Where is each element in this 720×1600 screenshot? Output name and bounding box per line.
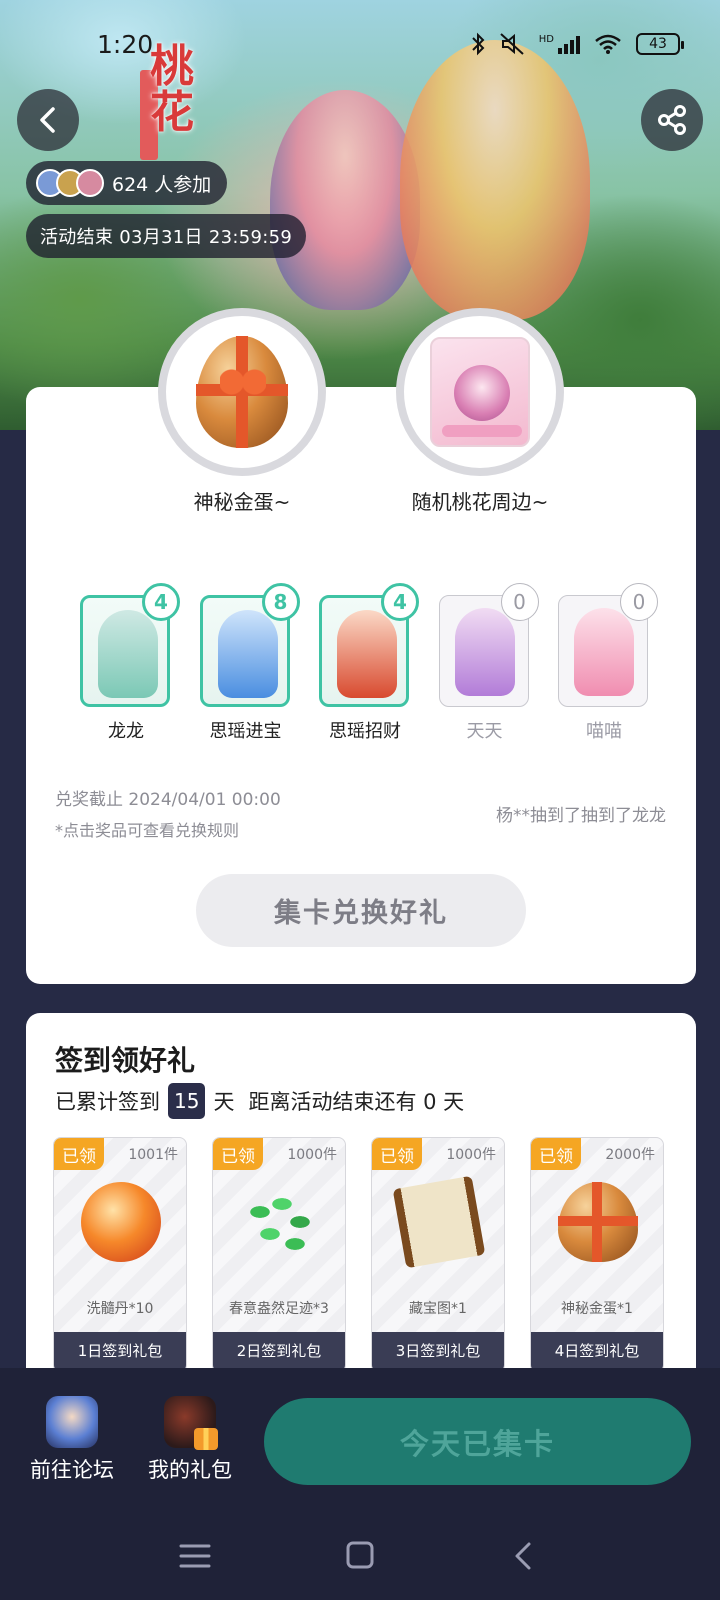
sign-in-title: 签到领好礼 xyxy=(55,1044,196,1077)
bottom-action-bar: 前往论坛 我的礼包 今天已集卡 xyxy=(0,1368,720,1514)
card-name: 思瑶进宝 xyxy=(209,721,282,742)
sign-in-panel: 签到领好礼 已累计签到 15 天 距离活动结束还有 0 天 已领 1001件 洗… xyxy=(26,1013,696,1373)
gift-quantity: 1000件 xyxy=(446,1147,496,1163)
wifi-icon xyxy=(595,34,621,54)
sign-in-unit: 天 xyxy=(213,1090,235,1114)
battery-indicator: 43 xyxy=(636,33,684,55)
prize-label: 随机桃花周边~ xyxy=(411,490,549,514)
card-count-badge: 8 xyxy=(261,583,300,621)
collect-card-button[interactable]: 今天已集卡 xyxy=(264,1398,691,1485)
gift-day-2[interactable]: 已领 1000件 春意盎然足迹*3 2日签到礼包 xyxy=(212,1137,346,1373)
back-button[interactable] xyxy=(17,89,79,151)
go-to-forum-button[interactable]: 前往论坛 xyxy=(22,1396,122,1484)
gift-day-4[interactable]: 已领 2000件 神秘金蛋*1 4日签到礼包 xyxy=(530,1137,664,1373)
card-art xyxy=(217,610,278,698)
exchange-deadline: 兑奖截止 2024/04/01 00:00 xyxy=(55,790,281,810)
card-siyao-zhaocai[interactable]: 4 思瑶招财 xyxy=(319,583,419,743)
leaves-footprint-image xyxy=(240,1182,320,1262)
gift-box-icon xyxy=(164,1396,218,1450)
elixir-pill-image xyxy=(81,1182,161,1262)
share-icon xyxy=(658,105,686,135)
gift-footer: 3日签到礼包 xyxy=(372,1332,504,1372)
card-name: 龙龙 xyxy=(108,721,144,742)
status-time: 1:20 xyxy=(97,30,154,59)
gift-name: 春意盎然足迹*3 xyxy=(229,1301,329,1317)
prize-circle xyxy=(396,308,564,476)
golden-egg-image xyxy=(558,1182,638,1262)
claimed-tag: 已领 xyxy=(372,1138,422,1170)
exchange-rule-tip: *点击奖品可查看兑换规则 xyxy=(55,821,240,840)
card-tiantian[interactable]: 0 天天 xyxy=(438,583,539,743)
prize-label: 神秘金蛋~ xyxy=(193,490,291,514)
card-count-badge: 0 xyxy=(620,583,658,621)
card-count-badge: 0 xyxy=(500,583,539,621)
prize-golden-egg[interactable]: 神秘金蛋~ xyxy=(158,308,326,515)
gift-footer: 4日签到礼包 xyxy=(531,1332,663,1372)
gift-day-3[interactable]: 已领 1000件 藏宝图*1 3日签到礼包 xyxy=(371,1137,505,1373)
card-art xyxy=(98,610,158,698)
claimed-tag: 已领 xyxy=(531,1138,581,1170)
prize-random-merch[interactable]: 随机桃花周边~ xyxy=(396,308,564,515)
avatar xyxy=(76,169,104,197)
menu-icon[interactable] xyxy=(175,1538,215,1574)
event-end-time: 活动结束 03月31日 23:59:59 xyxy=(26,214,307,258)
claimed-tag: 已领 xyxy=(213,1138,263,1170)
chevron-left-icon xyxy=(40,107,55,133)
share-button[interactable] xyxy=(641,89,703,151)
gift-name: 洗髓丹*10 xyxy=(86,1301,154,1317)
card-miaomiao[interactable]: 0 喵喵 xyxy=(558,583,658,743)
my-gifts-button[interactable]: 我的礼包 xyxy=(140,1396,240,1484)
card-art xyxy=(574,608,634,696)
card-collection-panel: 神秘金蛋~ 随机桃花周边~ 4 龙龙 8 思瑶进宝 4 思瑶招财 0 天天 0 … xyxy=(26,308,696,984)
sign-in-status: 已累计签到 15 天 距离活动结束还有 0 天 xyxy=(55,1083,464,1119)
prize-circle xyxy=(158,308,326,476)
participants-count: 624 人参加 xyxy=(112,173,212,196)
gift-quantity: 1001件 xyxy=(128,1147,178,1163)
card-name: 思瑶招财 xyxy=(329,721,401,742)
card-count-badge: 4 xyxy=(381,583,419,621)
collectible-cards: 4 龙龙 8 思瑶进宝 4 思瑶招财 0 天天 0 喵喵 xyxy=(80,583,658,743)
cellular-signal-icon: HD xyxy=(539,34,580,54)
merch-pack-image xyxy=(430,337,530,447)
participant-avatars xyxy=(36,169,104,197)
sign-in-gifts: 已领 1001件 洗髓丹*10 1日签到礼包 已领 1000件 春意盎然足迹*3… xyxy=(53,1137,664,1373)
card-name: 喵喵 xyxy=(586,721,622,742)
card-siyao-jinbao[interactable]: 8 思瑶进宝 xyxy=(199,583,300,743)
gift-label: 我的礼包 xyxy=(148,1458,232,1482)
system-navigation-bar xyxy=(0,1514,720,1600)
status-bar: 1:20 HD 43 xyxy=(0,0,720,90)
gift-quantity: 1000件 xyxy=(287,1147,337,1163)
bluetooth-icon xyxy=(472,32,485,56)
forum-label: 前往论坛 xyxy=(30,1458,114,1482)
exchange-button[interactable]: 集卡兑换好礼 xyxy=(196,874,526,947)
back-icon[interactable] xyxy=(505,1538,545,1574)
participants-pill: 624 人参加 xyxy=(26,161,228,205)
gift-footer: 1日签到礼包 xyxy=(54,1332,186,1372)
card-art xyxy=(337,610,397,698)
sign-in-days: 15 xyxy=(168,1083,206,1119)
mute-icon xyxy=(500,33,524,55)
forum-icon xyxy=(46,1396,98,1448)
gift-day-1[interactable]: 已领 1001件 洗髓丹*10 1日签到礼包 xyxy=(53,1137,187,1373)
home-icon[interactable] xyxy=(340,1538,380,1574)
card-name: 天天 xyxy=(466,721,503,742)
card-longlong[interactable]: 4 龙龙 xyxy=(80,583,180,743)
golden-egg-image xyxy=(196,336,288,448)
status-icons: HD 43 xyxy=(471,32,684,56)
network-tag: HD xyxy=(538,34,554,45)
gift-name: 神秘金蛋*1 xyxy=(561,1301,633,1317)
gift-footer: 2日签到礼包 xyxy=(213,1332,345,1372)
treasure-map-image xyxy=(392,1175,486,1269)
draw-news-ticker: 杨**抽到了抽到了龙龙 xyxy=(496,806,666,826)
card-count-badge: 4 xyxy=(142,583,180,621)
claimed-tag: 已领 xyxy=(54,1138,104,1170)
hero-character-left xyxy=(270,90,420,310)
remaining-days: 距离活动结束还有 0 天 xyxy=(248,1090,465,1114)
gift-name: 藏宝图*1 xyxy=(409,1301,467,1317)
sign-in-prefix: 已累计签到 xyxy=(55,1090,160,1114)
gift-quantity: 2000件 xyxy=(605,1147,655,1163)
card-art xyxy=(454,608,515,696)
